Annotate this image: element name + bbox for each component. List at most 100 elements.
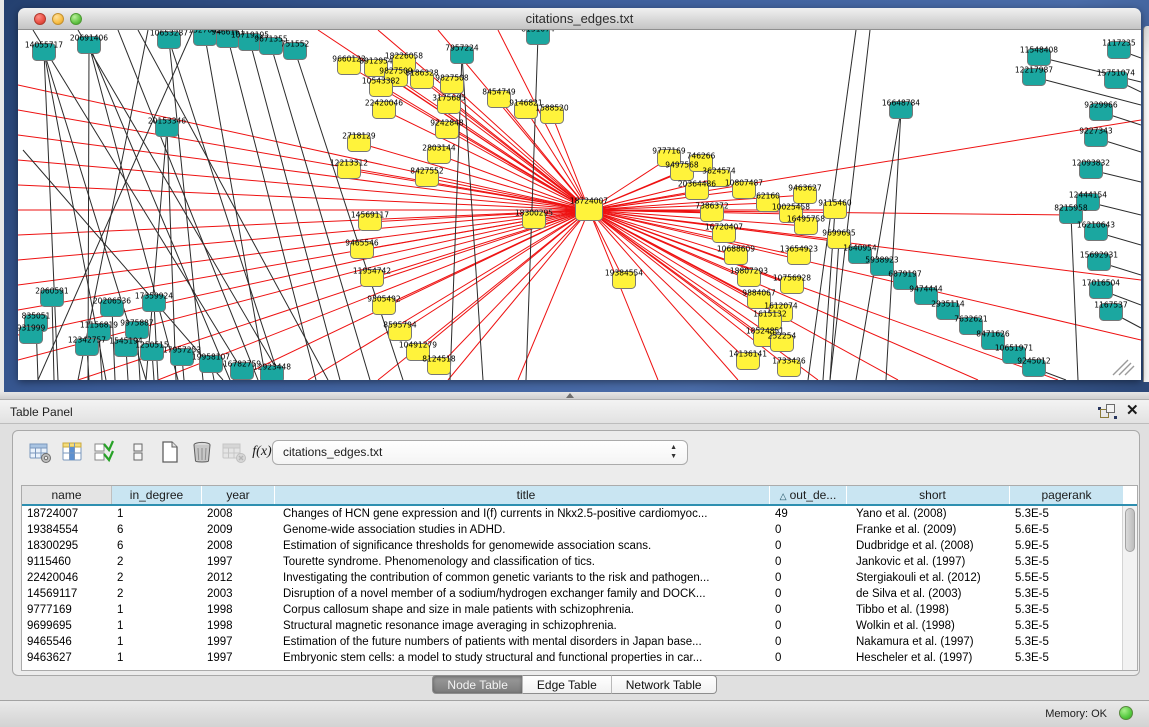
- table-cell[interactable]: 5.3E-5: [1010, 618, 1124, 634]
- table-settings-icon[interactable]: [27, 439, 53, 465]
- table-cell[interactable]: 1997: [202, 650, 275, 666]
- table-cell[interactable]: 18724007: [22, 506, 112, 522]
- table-cell[interactable]: 0: [770, 554, 847, 570]
- table-cell[interactable]: Tourette syndrome. Phenomenology and cla…: [275, 554, 770, 570]
- table-row[interactable]: 911546021997Tourette syndrome. Phenomeno…: [22, 554, 1137, 570]
- table-cell[interactable]: Franke et al. (2009): [847, 522, 1010, 538]
- table-cell[interactable]: 9777169: [22, 602, 112, 618]
- table-cell[interactable]: 22420046: [22, 570, 112, 586]
- table-cell[interactable]: Stergiakouli et al. (2012): [847, 570, 1010, 586]
- resize-grip-icon[interactable]: [1111, 358, 1137, 376]
- table-cell[interactable]: 1: [112, 634, 202, 650]
- table-cell[interactable]: Nakamura et al. (1997): [847, 634, 1010, 650]
- table-cell[interactable]: 1: [112, 650, 202, 666]
- table-cell[interactable]: 5.3E-5: [1010, 506, 1124, 522]
- table-cell[interactable]: 5.5E-5: [1010, 570, 1124, 586]
- table-cell[interactable]: Hescheler et al. (1997): [847, 650, 1010, 666]
- table-cell[interactable]: 5.6E-5: [1010, 522, 1124, 538]
- table-cell[interactable]: 1: [112, 618, 202, 634]
- table-cell[interactable]: Yano et al. (2008): [847, 506, 1010, 522]
- column-header-out_de[interactable]: △out_de...: [770, 486, 847, 504]
- delete-icon[interactable]: [189, 439, 215, 465]
- table-cell[interactable]: 2: [112, 586, 202, 602]
- column-header-title[interactable]: title: [275, 486, 770, 504]
- table-cell[interactable]: 5.9E-5: [1010, 538, 1124, 554]
- table-cell[interactable]: 2003: [202, 586, 275, 602]
- column-header-short[interactable]: short: [847, 486, 1010, 504]
- table-row[interactable]: 1456911722003Disruption of a novel membe…: [22, 586, 1137, 602]
- table-cell[interactable]: Investigating the contribution of common…: [275, 570, 770, 586]
- node-table[interactable]: namein_degreeyeartitle△out_de...shortpag…: [21, 485, 1138, 671]
- tab-node-table[interactable]: Node Table: [432, 675, 523, 694]
- table-cell[interactable]: 5.3E-5: [1010, 634, 1124, 650]
- table-cell[interactable]: 0: [770, 586, 847, 602]
- tab-edge-table[interactable]: Edge Table: [523, 675, 612, 694]
- splitter-handle-icon[interactable]: [566, 393, 574, 398]
- float-window-icon[interactable]: [1100, 404, 1116, 420]
- tab-network-table[interactable]: Network Table: [612, 675, 717, 694]
- close-icon[interactable]: ✕: [1126, 403, 1139, 419]
- table-row[interactable]: 946554611997Estimation of the future num…: [22, 634, 1137, 650]
- table-row[interactable]: 2242004622012Investigating the contribut…: [22, 570, 1137, 586]
- table-cell[interactable]: 0: [770, 570, 847, 586]
- table-cell[interactable]: 1998: [202, 602, 275, 618]
- table-cell[interactable]: Jankovic et al. (1997): [847, 554, 1010, 570]
- column-header-year[interactable]: year: [202, 486, 275, 504]
- table-cell[interactable]: Genome-wide association studies in ADHD.: [275, 522, 770, 538]
- network-canvas[interactable]: 1872400796601238912954182260589827509105…: [18, 30, 1141, 380]
- table-cell[interactable]: 5.3E-5: [1010, 554, 1124, 570]
- table-cell[interactable]: 0: [770, 522, 847, 538]
- table-cell[interactable]: Wolkin et al. (1998): [847, 618, 1010, 634]
- table-cell[interactable]: 0: [770, 538, 847, 554]
- table-cell[interactable]: 1997: [202, 634, 275, 650]
- table-header-row[interactable]: namein_degreeyeartitle△out_de...shortpag…: [22, 486, 1137, 506]
- table-cell[interactable]: 5.3E-5: [1010, 586, 1124, 602]
- table-cell[interactable]: 1997: [202, 554, 275, 570]
- table-cell[interactable]: 0: [770, 602, 847, 618]
- table-cell[interactable]: 49: [770, 506, 847, 522]
- table-cell[interactable]: 1: [112, 602, 202, 618]
- table-cell[interactable]: 6: [112, 522, 202, 538]
- table-cell[interactable]: 9699695: [22, 618, 112, 634]
- table-cell[interactable]: Disruption of a novel member of a sodium…: [275, 586, 770, 602]
- table-cell[interactable]: 5.3E-5: [1010, 650, 1124, 666]
- table-cell[interactable]: Changes of HCN gene expression and I(f) …: [275, 506, 770, 522]
- table-cell[interactable]: Embryonic stem cells: a model to study s…: [275, 650, 770, 666]
- column-header-pagerank[interactable]: pagerank: [1010, 486, 1124, 504]
- table-cell[interactable]: 2008: [202, 538, 275, 554]
- table-cell[interactable]: Estimation of significance thresholds fo…: [275, 538, 770, 554]
- table-row[interactable]: 977716911998Corpus callosum shape and si…: [22, 602, 1137, 618]
- network-window-titlebar[interactable]: citations_edges.txt: [18, 8, 1141, 30]
- table-cell[interactable]: Structural magnetic resonance image aver…: [275, 618, 770, 634]
- citation-network-graph[interactable]: 1872400796601238912954182260589827509105…: [18, 30, 1141, 380]
- table-cell[interactable]: 18300295: [22, 538, 112, 554]
- table-cell[interactable]: Dudbridge et al. (2008): [847, 538, 1010, 554]
- table-selector-dropdown[interactable]: citations_edges.txt ▲▼: [272, 440, 688, 465]
- table-row[interactable]: 1830029562008Estimation of significance …: [22, 538, 1137, 554]
- table-row[interactable]: 946362711997Embryonic stem cells: a mode…: [22, 650, 1137, 666]
- new-document-icon[interactable]: [157, 439, 183, 465]
- table-cell[interactable]: 2008: [202, 506, 275, 522]
- table-cell[interactable]: de Silva et al. (2003): [847, 586, 1010, 602]
- table-cell[interactable]: 2009: [202, 522, 275, 538]
- table-body[interactable]: 18724007 1 2008Changes of HCN gene express…: [22, 506, 1137, 666]
- table-cell[interactable]: 9465546: [22, 634, 112, 650]
- table-row[interactable]: 1938455462009Genome-wide association stu…: [22, 522, 1137, 538]
- table-cell[interactable]: 2: [112, 554, 202, 570]
- table-cell[interactable]: 9463627: [22, 650, 112, 666]
- table-cell[interactable]: 2: [112, 570, 202, 586]
- table-cell[interactable]: 0: [770, 618, 847, 634]
- table-cell[interactable]: Corpus callosum shape and size in male p…: [275, 602, 770, 618]
- table-cell[interactable]: Tibbo et al. (1998): [847, 602, 1010, 618]
- column-header-in_degree[interactable]: in_degree: [112, 486, 202, 504]
- table-cell[interactable]: 1998: [202, 618, 275, 634]
- table-cell[interactable]: Estimation of the future numbers of pati…: [275, 634, 770, 650]
- table-cell[interactable]: 9115460: [22, 554, 112, 570]
- show-columns-icon[interactable]: [59, 439, 85, 465]
- table-cell[interactable]: 0: [770, 634, 847, 650]
- table-cell[interactable]: 6: [112, 538, 202, 554]
- table-row[interactable]: 1872400712008Changes of HCN gene express…: [22, 506, 1137, 522]
- table-cell[interactable]: 5.3E-5: [1010, 602, 1124, 618]
- table-cell[interactable]: 14569117: [22, 586, 112, 602]
- table-cell[interactable]: 2012: [202, 570, 275, 586]
